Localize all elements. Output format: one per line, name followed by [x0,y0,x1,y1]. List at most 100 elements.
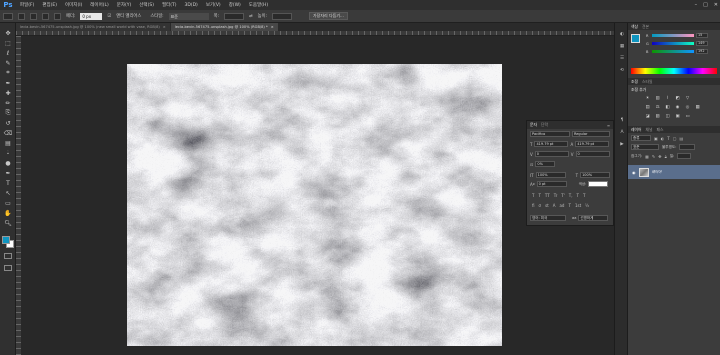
zoom-tool-icon[interactable]: 🔍︎ [3,219,13,227]
red-slider[interactable] [652,34,694,37]
dodge-tool-icon[interactable]: ● [3,159,13,167]
menu-3d[interactable]: 3D(D) [181,3,202,8]
font-family-select[interactable]: Pacifico [530,131,570,137]
invert-icon[interactable]: ◪ [644,113,651,119]
opacity-input[interactable] [679,144,696,150]
tab-channels[interactable]: 채널 [645,127,652,133]
eraser-tool-icon[interactable]: ⌫ [3,129,13,137]
color-ramp[interactable] [631,68,717,74]
lock-transparent-icon[interactable]: ▦ [645,154,649,159]
menu-select[interactable]: 선택(S) [135,2,158,8]
posterize-icon[interactable]: ▨ [654,113,661,119]
maximize-button[interactable]: □ [703,2,708,8]
selective-color-icon[interactable]: ▣ [674,113,681,119]
green-slider[interactable] [652,42,694,45]
antialias-select[interactable]: 선명하게 [578,215,609,221]
tab-color[interactable]: 색상 [631,24,638,30]
foreground-color-swatch[interactable] [2,236,10,244]
color-lookup-icon[interactable]: ▦ [694,104,701,110]
add-selection-icon[interactable] [30,12,37,20]
actions-icon[interactable]: ▶ [618,141,626,148]
menu-help[interactable]: 도움말(H) [245,2,272,8]
fill-input[interactable] [677,153,692,159]
menu-edit[interactable]: 편집(E) [38,2,61,8]
new-selection-icon[interactable] [18,12,25,20]
layer-visibility-eye-icon[interactable]: ◉ [632,170,636,175]
history-icon[interactable]: ⟲ [618,67,626,74]
paragraph-icon[interactable]: ¶ [618,117,626,124]
style-select[interactable]: 표준 [168,12,209,20]
menu-file[interactable]: 파일(F) [16,2,38,8]
lasso-tool-icon[interactable]: ℓ [3,49,13,57]
superscript-button[interactable]: T' [561,193,565,198]
filter-shape-icon[interactable]: ▢ [673,136,677,141]
clone-stamp-tool-icon[interactable]: ⎘ [3,109,13,117]
faux-italic-button[interactable]: T [538,193,540,198]
stylistic-alternates-button[interactable]: ad [559,203,564,208]
leading-input[interactable]: 419.79 pt [575,141,610,147]
fractions-button[interactable]: ½ [585,203,589,208]
character-icon[interactable]: A [618,129,626,136]
tracking-input[interactable]: 0 [575,151,610,157]
color-balance-icon[interactable]: ⚖ [654,104,661,110]
swash-button[interactable]: A [553,203,556,208]
swap-icon[interactable]: ⇄ [249,14,253,19]
doc-tab-1[interactable]: lecia-bevin-567475-unsplash.jpg @ 100% (… [16,23,170,31]
brightness-contrast-icon[interactable]: ☀ [644,95,651,101]
tab-swatches[interactable]: 견본 [642,24,649,30]
lock-position-icon[interactable]: ✥ [658,154,661,159]
hue-saturation-icon[interactable]: ▤ [644,104,651,110]
discretionary-ligatures-button[interactable]: st [545,203,549,208]
height-input[interactable] [272,12,292,20]
close-window-button[interactable]: ✕ [714,2,718,8]
gradient-map-icon[interactable]: ▭ [684,113,691,119]
layer-row[interactable]: ◉ 레이어 [628,165,720,179]
color-panel-foreground-swatch[interactable] [631,34,640,43]
horizontal-scale-input[interactable]: 100% [580,172,611,178]
ordinals-button[interactable]: 1st [575,203,581,208]
vibrance-icon[interactable]: ▽ [684,95,691,101]
filter-smart-object-icon[interactable]: ▤ [680,136,684,141]
minimize-button[interactable]: – [695,2,698,8]
threshold-icon[interactable]: ◫ [664,113,671,119]
strikethrough-button[interactable]: T [583,193,585,198]
gradient-tool-icon[interactable]: ▤ [3,139,13,147]
language-select[interactable]: 영어: 미국 [530,215,566,221]
subtract-selection-icon[interactable] [42,12,49,20]
small-caps-button[interactable]: Tr [554,193,558,198]
lock-image-icon[interactable]: ✎ [652,154,655,159]
blue-slider[interactable] [652,50,694,53]
kerning-input[interactable]: 0 [534,151,569,157]
all-caps-button[interactable]: TT [545,193,550,198]
menu-type[interactable]: 문자(Y) [113,2,136,8]
layer-kind-select[interactable]: 종류 [631,135,651,141]
feather-input[interactable]: 0 px [80,12,103,20]
doc-tab-2[interactable]: lecia-bevin-567475-unsplash.jpg @ 100% (… [170,23,278,31]
vertical-scale-input[interactable]: 100% [535,172,566,178]
ligatures-button[interactable]: fi [532,203,535,208]
tab-styles[interactable]: 스타일 [642,79,652,85]
crop-tool-icon[interactable]: ⌗ [3,69,13,77]
tab-adjustments[interactable]: 조정 [631,79,638,85]
move-tool-icon[interactable]: ✥ [3,29,13,37]
shape-tool-icon[interactable]: ▭ [3,199,13,207]
document-canvas-image[interactable] [127,64,502,346]
font-size-input[interactable]: 419.79 pt [534,141,569,147]
menu-view[interactable]: 보기(V) [202,2,225,8]
healing-tool-icon[interactable]: ✚ [3,89,13,97]
filter-adjustment-icon[interactable]: ◐ [661,136,665,141]
quick-select-tool-icon[interactable]: ✎ [3,59,13,67]
layer-name[interactable]: 레이어 [652,170,662,175]
pen-tool-icon[interactable]: ✒ [3,169,13,177]
exposure-icon[interactable]: ◩ [674,95,681,101]
eyedropper-tool-icon[interactable]: ✒ [3,79,13,87]
lock-all-icon[interactable]: 🔒︎ [665,154,667,159]
menu-image[interactable]: 이미지(I) [61,2,86,8]
faux-bold-button[interactable]: T [532,193,534,198]
screen-mode-icon[interactable] [4,265,12,271]
refine-edge-button[interactable]: 가장자리 다듬기... [309,12,348,20]
swatches-icon[interactable]: ▦ [618,43,626,50]
titling-alternates-button[interactable]: T [568,203,570,208]
quick-mask-icon[interactable] [4,253,12,259]
tab-character[interactable]: 문자 [530,122,537,128]
